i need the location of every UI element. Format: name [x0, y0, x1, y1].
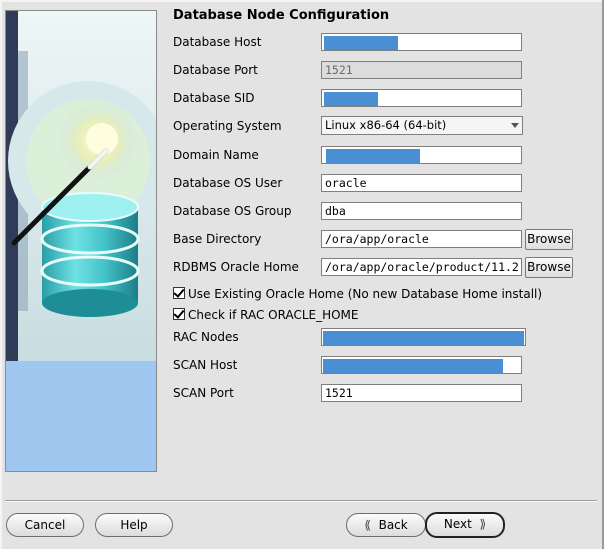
redacted-block: [323, 331, 524, 345]
window-frame-left: [0, 0, 2, 549]
base-dir-label: Base Directory: [173, 232, 262, 246]
next-button[interactable]: Next ⟫: [425, 512, 505, 538]
scan-port-label: SCAN Port: [173, 386, 234, 400]
next-button-label: Next: [443, 517, 472, 531]
redacted-block: [326, 149, 420, 163]
db-host-label: Database Host: [173, 35, 262, 49]
base-dir-browse-button[interactable]: Browse: [525, 229, 573, 250]
scan-host-label: SCAN Host: [173, 358, 238, 372]
double-chevron-right-icon: ⟫: [479, 517, 487, 531]
check-rac-home-checkbox[interactable]: Check if RAC ORACLE_HOME: [173, 308, 359, 322]
os-user-field[interactable]: oracle: [321, 174, 522, 192]
base-dir-field[interactable]: /ora/app/oracle: [321, 230, 522, 248]
db-sid-field[interactable]: [321, 89, 522, 107]
os-user-label: Database OS User: [173, 176, 283, 190]
domain-field[interactable]: [321, 146, 522, 164]
rdbms-home-field[interactable]: /ora/app/oracle/product/11.2.0/: [321, 258, 522, 276]
rdbms-home-label: RDBMS Oracle Home: [173, 260, 299, 274]
db-port-field: 1521: [321, 61, 522, 79]
os-label: Operating System: [173, 119, 282, 133]
database-wand-illustration: [6, 11, 156, 471]
rac-nodes-field[interactable]: [321, 328, 526, 346]
domain-label: Domain Name: [173, 148, 259, 162]
os-group-label: Database OS Group: [173, 204, 292, 218]
help-button[interactable]: Help: [95, 513, 173, 537]
checkbox-checked-icon: [173, 308, 185, 320]
redacted-block: [324, 36, 398, 50]
checkbox-checked-icon: [173, 287, 185, 299]
use-existing-home-label: Use Existing Oracle Home (No new Databas…: [188, 287, 543, 301]
double-chevron-left-icon: ⟪: [364, 518, 371, 532]
rdbms-home-browse-button[interactable]: Browse: [525, 257, 573, 278]
redacted-block: [323, 359, 503, 373]
db-sid-label: Database SID: [173, 91, 255, 105]
page-title: Database Node Configuration: [173, 8, 390, 23]
redacted-block: [324, 92, 378, 106]
use-existing-home-checkbox[interactable]: Use Existing Oracle Home (No new Databas…: [173, 287, 542, 301]
rac-nodes-label: RAC Nodes: [173, 330, 239, 344]
os-selected-value: Linux x86-64 (64-bit): [325, 118, 447, 132]
db-port-label: Database Port: [173, 63, 258, 77]
scan-host-field[interactable]: [321, 356, 522, 374]
check-rac-home-label: Check if RAC ORACLE_HOME: [188, 308, 359, 322]
scan-port-field[interactable]: 1521: [321, 384, 522, 402]
cancel-button[interactable]: Cancel: [6, 513, 84, 537]
window-frame-top: [0, 0, 604, 2]
wizard-side-image: [5, 10, 157, 472]
back-button[interactable]: ⟪ Back: [346, 513, 426, 537]
footer-divider: [5, 500, 597, 502]
db-host-field[interactable]: [321, 33, 522, 51]
os-select[interactable]: Linux x86-64 (64-bit): [321, 116, 523, 135]
chevron-down-icon: [511, 123, 519, 128]
os-group-field[interactable]: dba: [321, 202, 522, 220]
back-button-label: Back: [378, 518, 408, 532]
